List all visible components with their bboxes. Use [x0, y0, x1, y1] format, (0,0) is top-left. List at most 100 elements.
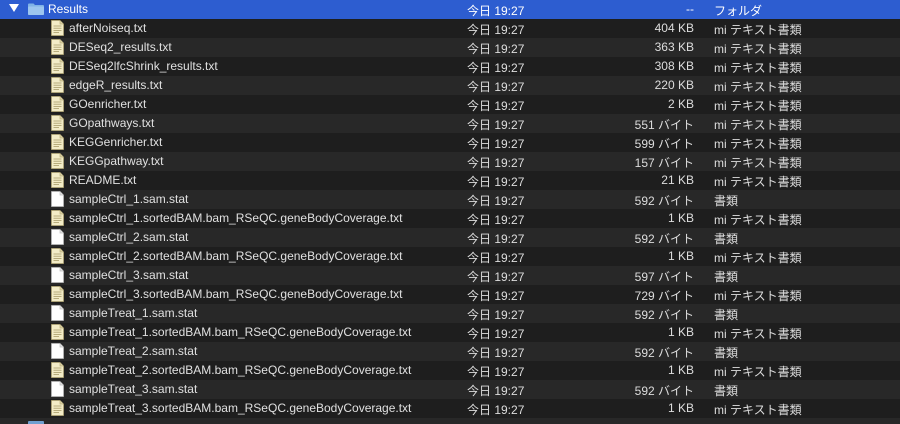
- file-name: README.txt: [69, 173, 137, 187]
- text-document-icon: [51, 153, 64, 169]
- file-size: 21 KB: [661, 173, 694, 187]
- file-kind: 書類: [714, 384, 739, 398]
- file-date: 今日 19:27: [467, 213, 525, 227]
- folder-row-results[interactable]: Results 今日 19:27 -- フォルダ: [0, 0, 900, 19]
- file-name: edgeR_results.txt: [69, 78, 163, 92]
- file-name: DESeq2_results.txt: [69, 40, 172, 54]
- file-date: 今日 19:27: [467, 42, 525, 56]
- partial-row[interactable]: [0, 418, 900, 424]
- file-date: 今日 19:27: [467, 194, 525, 208]
- file-size: 404 KB: [654, 21, 694, 35]
- text-document-icon: [51, 172, 64, 188]
- file-row[interactable]: DESeq2_results.txt 今日 19:27 363 KB mi テキスト書…: [0, 38, 900, 57]
- file-kind: mi テキスト書類: [714, 251, 802, 265]
- file-date: 今日 19:27: [467, 251, 525, 265]
- blank-document-icon: [51, 191, 64, 207]
- file-kind: 書類: [714, 308, 739, 322]
- file-date: 今日 19:27: [467, 175, 525, 189]
- folder-date: 今日 19:27: [467, 4, 525, 18]
- file-row[interactable]: sampleCtrl_1.sortedBAM.bam_RSeQC.geneBod…: [0, 209, 900, 228]
- file-kind: mi テキスト書類: [714, 23, 802, 37]
- file-row[interactable]: sampleCtrl_3.sam.stat 今日 19:27 597 バイト 書類: [0, 266, 900, 285]
- file-name: sampleCtrl_2.sortedBAM.bam_RSeQC.geneBod…: [69, 249, 403, 263]
- file-row[interactable]: sampleCtrl_1.sam.stat 今日 19:27 592 バイト 書類: [0, 190, 900, 209]
- file-size: 1 KB: [667, 325, 694, 339]
- file-name: afterNoiseq.txt: [69, 21, 147, 35]
- file-row[interactable]: sampleTreat_1.sortedBAM.bam_RSeQC.geneBo…: [0, 323, 900, 342]
- file-row[interactable]: KEGGpathway.txt 今日 19:27 157 バイト mi テキスト書類: [0, 152, 900, 171]
- text-document-icon: [51, 115, 64, 131]
- disclosure-triangle-icon[interactable]: [9, 4, 19, 12]
- file-date: 今日 19:27: [467, 99, 525, 113]
- file-size: 157 バイト: [634, 156, 694, 170]
- file-size: 1 KB: [667, 363, 694, 377]
- file-name: sampleCtrl_1.sam.stat: [69, 192, 189, 206]
- file-size: 597 バイト: [634, 270, 694, 284]
- file-size: 363 KB: [654, 40, 694, 54]
- file-name: KEGGenricher.txt: [69, 135, 163, 149]
- file-row[interactable]: GOenricher.txt 今日 19:27 2 KB mi テキスト書類: [0, 95, 900, 114]
- file-name: sampleCtrl_2.sam.stat: [69, 230, 189, 244]
- file-kind: mi テキスト書類: [714, 118, 802, 132]
- file-name: sampleTreat_3.sortedBAM.bam_RSeQC.geneBo…: [69, 401, 412, 415]
- file-row[interactable]: sampleTreat_2.sortedBAM.bam_RSeQC.geneBo…: [0, 361, 900, 380]
- file-size: 599 バイト: [634, 137, 694, 151]
- file-name: sampleTreat_2.sam.stat: [69, 344, 198, 358]
- file-size: 220 KB: [654, 78, 694, 92]
- file-row[interactable]: sampleTreat_3.sortedBAM.bam_RSeQC.geneBo…: [0, 399, 900, 418]
- file-kind: mi テキスト書類: [714, 175, 802, 189]
- text-document-icon: [51, 248, 64, 264]
- file-size: 592 バイト: [634, 346, 694, 360]
- file-date: 今日 19:27: [467, 23, 525, 37]
- file-kind: mi テキスト書類: [714, 137, 802, 151]
- file-name: sampleCtrl_1.sortedBAM.bam_RSeQC.geneBod…: [69, 211, 403, 225]
- file-name: sampleCtrl_3.sam.stat: [69, 268, 189, 282]
- blank-document-icon: [51, 343, 64, 359]
- text-document-icon: [51, 324, 64, 340]
- file-name: GOpathways.txt: [69, 116, 155, 130]
- file-date: 今日 19:27: [467, 118, 525, 132]
- file-kind: mi テキスト書類: [714, 80, 802, 94]
- text-document-icon: [51, 286, 64, 302]
- blank-document-icon: [51, 305, 64, 321]
- file-date: 今日 19:27: [467, 137, 525, 151]
- file-size: 1 KB: [667, 211, 694, 225]
- file-name: sampleTreat_1.sam.stat: [69, 306, 198, 320]
- file-row[interactable]: sampleTreat_3.sam.stat 今日 19:27 592 バイト 書類: [0, 380, 900, 399]
- text-document-icon: [51, 20, 64, 36]
- file-row[interactable]: sampleCtrl_2.sortedBAM.bam_RSeQC.geneBod…: [0, 247, 900, 266]
- file-kind: mi テキスト書類: [714, 42, 802, 56]
- file-name: KEGGpathway.txt: [69, 154, 164, 168]
- file-size: 308 KB: [654, 59, 694, 73]
- file-name: sampleTreat_1.sortedBAM.bam_RSeQC.geneBo…: [69, 325, 412, 339]
- file-size: 729 バイト: [634, 289, 694, 303]
- file-kind: 書類: [714, 346, 739, 360]
- text-document-icon: [51, 96, 64, 112]
- file-kind: mi テキスト書類: [714, 213, 802, 227]
- folder-size: --: [686, 2, 694, 16]
- file-date: 今日 19:27: [467, 270, 525, 284]
- file-row[interactable]: sampleTreat_1.sam.stat 今日 19:27 592 バイト 書類: [0, 304, 900, 323]
- finder-list-view: Results 今日 19:27 -- フォルダ afterNoiseq.txt…: [0, 0, 900, 424]
- file-row[interactable]: DESeq2lfcShrink_results.txt 今日 19:27 308 K…: [0, 57, 900, 76]
- file-row[interactable]: edgeR_results.txt 今日 19:27 220 KB mi テキスト書類: [0, 76, 900, 95]
- file-row[interactable]: sampleTreat_2.sam.stat 今日 19:27 592 バイト 書類: [0, 342, 900, 361]
- file-name: sampleTreat_3.sam.stat: [69, 382, 198, 396]
- file-size: 1 KB: [667, 249, 694, 263]
- file-row[interactable]: GOpathways.txt 今日 19:27 551 バイト mi テキスト書類: [0, 114, 900, 133]
- file-row[interactable]: sampleCtrl_3.sortedBAM.bam_RSeQC.geneBod…: [0, 285, 900, 304]
- file-row[interactable]: README.txt 今日 19:27 21 KB mi テキスト書類: [0, 171, 900, 190]
- file-kind: mi テキスト書類: [714, 365, 802, 379]
- file-row[interactable]: KEGGenricher.txt 今日 19:27 599 バイト mi テキスト書類: [0, 133, 900, 152]
- file-row[interactable]: sampleCtrl_2.sam.stat 今日 19:27 592 バイト 書類: [0, 228, 900, 247]
- file-row[interactable]: afterNoiseq.txt 今日 19:27 404 KB mi テキスト書類: [0, 19, 900, 38]
- file-size: 551 バイト: [634, 118, 694, 132]
- file-size: 592 バイト: [634, 384, 694, 398]
- file-date: 今日 19:27: [467, 232, 525, 246]
- text-document-icon: [51, 400, 64, 416]
- blank-document-icon: [51, 267, 64, 283]
- folder-kind: フォルダ: [714, 4, 763, 18]
- file-kind: mi テキスト書類: [714, 99, 802, 113]
- folder-name: Results: [48, 2, 89, 16]
- file-kind: mi テキスト書類: [714, 61, 802, 75]
